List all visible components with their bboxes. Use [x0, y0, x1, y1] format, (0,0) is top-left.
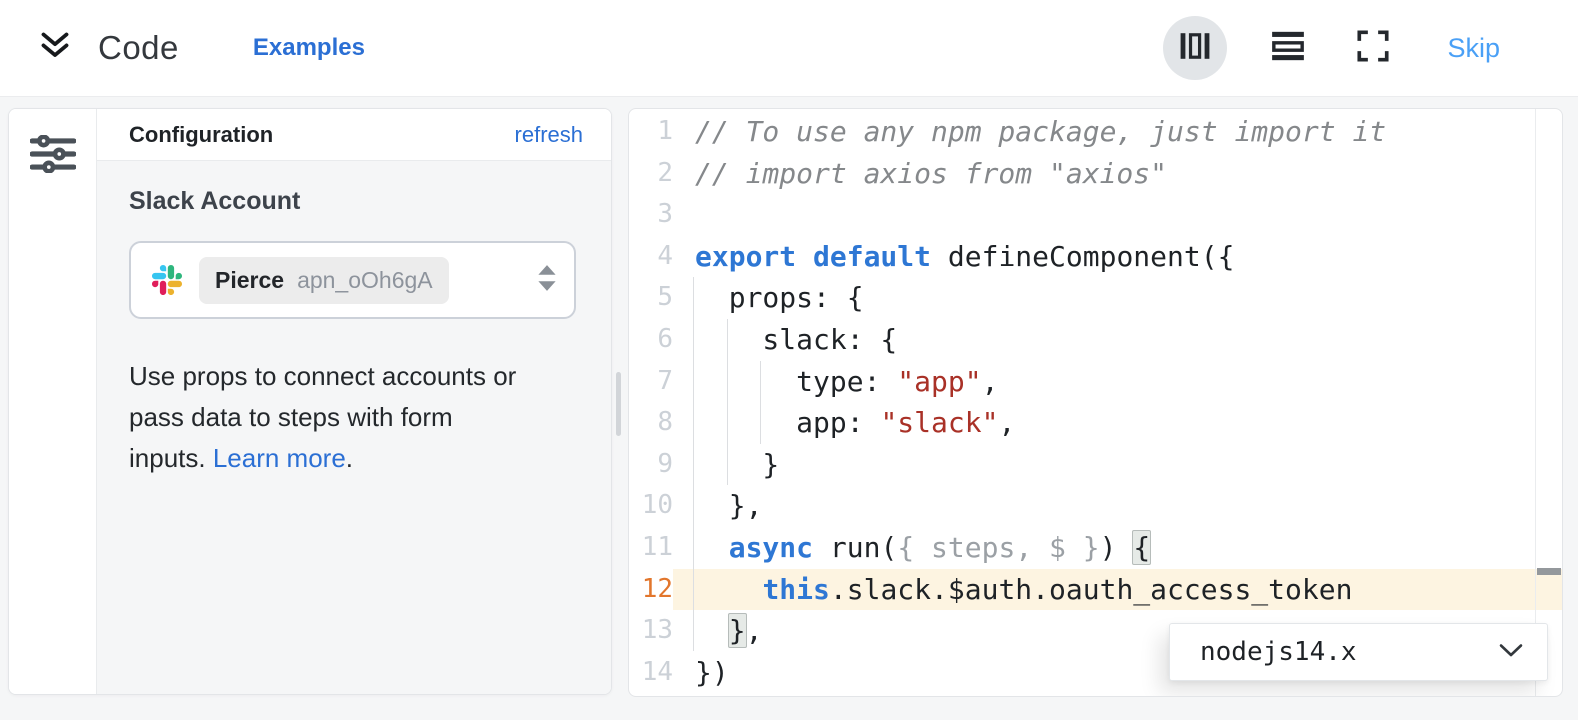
line-number: 6 — [629, 319, 673, 361]
code-line-12[interactable]: 12 this.slack.$auth.oauth_access_token — [629, 569, 1562, 611]
code-line-8[interactable]: 8 app: "slack", — [629, 402, 1562, 444]
account-name: Pierce — [215, 267, 284, 294]
configuration-body: Slack Account Pierce apn_oOh6gA — [97, 161, 611, 694]
layout-rows-icon — [1271, 31, 1305, 66]
sliders-settings-icon[interactable] — [30, 135, 76, 694]
collapse-step-button[interactable] — [38, 31, 72, 65]
layout-columns-view-button[interactable] — [1163, 16, 1227, 80]
step-title: Code — [98, 29, 179, 67]
fullscreen-icon — [1357, 30, 1389, 67]
line-number: 4 — [629, 236, 673, 278]
layout-columns-icon — [1179, 32, 1211, 65]
editor-scrollbar-track — [1535, 109, 1536, 696]
line-number: 10 — [629, 485, 673, 527]
fullscreen-button[interactable] — [1357, 30, 1389, 67]
skip-button[interactable]: Skip — [1447, 33, 1500, 64]
account-token: apn_oOh6gA — [297, 267, 433, 294]
slack-logo-icon — [152, 265, 182, 295]
examples-link[interactable]: Examples — [253, 34, 365, 62]
select-updown-icon — [536, 264, 558, 297]
slack-account-label: Slack Account — [129, 187, 583, 216]
props-help-text: Use props to connect accounts or pass da… — [129, 356, 583, 479]
code-editor-panel: 1// To use any npm package, just import … — [628, 108, 1563, 697]
chevrons-double-down-icon — [38, 29, 72, 68]
line-number: 7 — [629, 361, 673, 403]
line-number: 11 — [629, 527, 673, 569]
code-line-5[interactable]: 5 props: { — [629, 277, 1562, 319]
code-line-9[interactable]: 9 } — [629, 444, 1562, 486]
configuration-rail — [9, 109, 97, 694]
configuration-panel: Configuration refresh Slack Account Pier… — [8, 108, 612, 695]
code-line-2[interactable]: 2// import axios from "axios" — [629, 153, 1562, 195]
slack-account-select[interactable]: Pierce apn_oOh6gA — [129, 241, 576, 319]
editor-active-line-marker[interactable] — [1537, 568, 1561, 575]
line-number: 8 — [629, 402, 673, 444]
code-line-7[interactable]: 7 type: "app", — [629, 361, 1562, 403]
refresh-link[interactable]: refresh — [515, 122, 583, 148]
line-number: 13 — [629, 610, 673, 652]
learn-more-link[interactable]: Learn more — [213, 443, 346, 473]
line-number: 3 — [629, 194, 673, 236]
runtime-select[interactable]: nodejs14.x — [1169, 623, 1548, 681]
code-line-1[interactable]: 1// To use any npm package, just import … — [629, 111, 1562, 153]
line-number: 5 — [629, 277, 673, 319]
runtime-label: nodejs14.x — [1200, 637, 1499, 667]
line-number: 1 — [629, 111, 673, 153]
line-number: 14 — [629, 652, 673, 694]
code-line-11[interactable]: 11 async run({ steps, $ }) { — [629, 527, 1562, 569]
step-header: Code Examples — [0, 0, 1578, 97]
configuration-header: Configuration refresh — [97, 109, 611, 161]
config-panel-scrollbar-thumb[interactable] — [616, 372, 621, 436]
code-line-3[interactable]: 3 — [629, 194, 1562, 236]
code-line-10[interactable]: 10 }, — [629, 485, 1562, 527]
code-lines[interactable]: 1// To use any npm package, just import … — [629, 111, 1562, 693]
selected-account-pill: Pierce apn_oOh6gA — [199, 257, 449, 304]
code-line-4[interactable]: 4export default defineComponent({ — [629, 236, 1562, 278]
layout-rows-view-button[interactable] — [1271, 31, 1305, 66]
code-line-6[interactable]: 6 slack: { — [629, 319, 1562, 361]
line-number: 12 — [629, 569, 673, 611]
line-number: 2 — [629, 153, 673, 195]
chevron-down-icon — [1499, 643, 1523, 662]
line-number: 9 — [629, 444, 673, 486]
configuration-title: Configuration — [129, 122, 273, 148]
